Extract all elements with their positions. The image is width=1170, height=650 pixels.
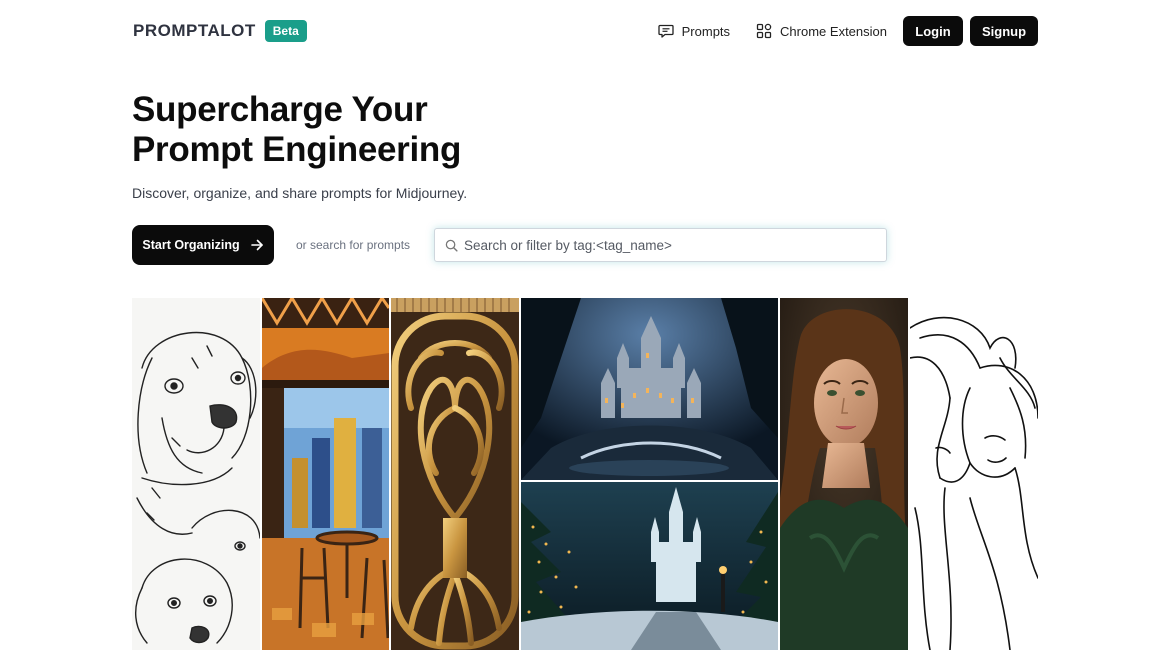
brand[interactable]: PROMPTALOT Beta bbox=[133, 20, 307, 42]
hero-title-line-2: Prompt Engineering bbox=[132, 130, 462, 169]
start-organizing-label: Start Organizing bbox=[142, 238, 240, 252]
puzzle-grid-icon bbox=[756, 23, 772, 39]
top-navbar: PROMPTALOT Beta Prompts Chrome Extension… bbox=[0, 0, 1170, 62]
nav-chrome-extension-label: Chrome Extension bbox=[780, 23, 887, 39]
nav-prompts-label: Prompts bbox=[681, 23, 731, 39]
login-button[interactable]: Login bbox=[903, 16, 963, 46]
nav-links: Prompts Chrome Extension Login Signup bbox=[657, 16, 1038, 46]
gallery-image-couple-line-art[interactable] bbox=[910, 298, 1038, 650]
or-search-text: or search for prompts bbox=[296, 238, 411, 252]
nav-prompts-link[interactable]: Prompts bbox=[657, 23, 731, 39]
search-input[interactable] bbox=[464, 237, 864, 253]
gallery-image-dogs-line-art[interactable] bbox=[132, 298, 260, 650]
gallery-image-castle-winter[interactable] bbox=[521, 482, 778, 650]
brand-logo-text[interactable]: PROMPTALOT bbox=[133, 21, 256, 41]
search-icon bbox=[445, 239, 458, 252]
nav-chrome-extension-link[interactable]: Chrome Extension bbox=[756, 23, 887, 39]
hero-title: Supercharge Your Prompt Engineering bbox=[132, 90, 461, 170]
signup-button[interactable]: Signup bbox=[970, 16, 1038, 46]
gallery-image-woman-portrait[interactable] bbox=[780, 298, 908, 650]
image-gallery bbox=[132, 298, 1038, 650]
start-organizing-button[interactable]: Start Organizing bbox=[132, 225, 274, 265]
gallery-image-celtic-tree-carving[interactable] bbox=[391, 298, 519, 650]
beta-badge: Beta bbox=[264, 20, 307, 42]
search-box[interactable] bbox=[434, 228, 887, 262]
gallery-image-cafe-painting[interactable] bbox=[262, 298, 389, 650]
arrow-right-icon bbox=[250, 239, 263, 251]
hero-subtitle: Discover, organize, and share prompts fo… bbox=[132, 185, 468, 201]
chat-bubble-icon bbox=[657, 24, 674, 38]
hero-title-line-1: Supercharge Your bbox=[132, 90, 428, 129]
gallery-image-castle-night[interactable] bbox=[521, 298, 778, 480]
